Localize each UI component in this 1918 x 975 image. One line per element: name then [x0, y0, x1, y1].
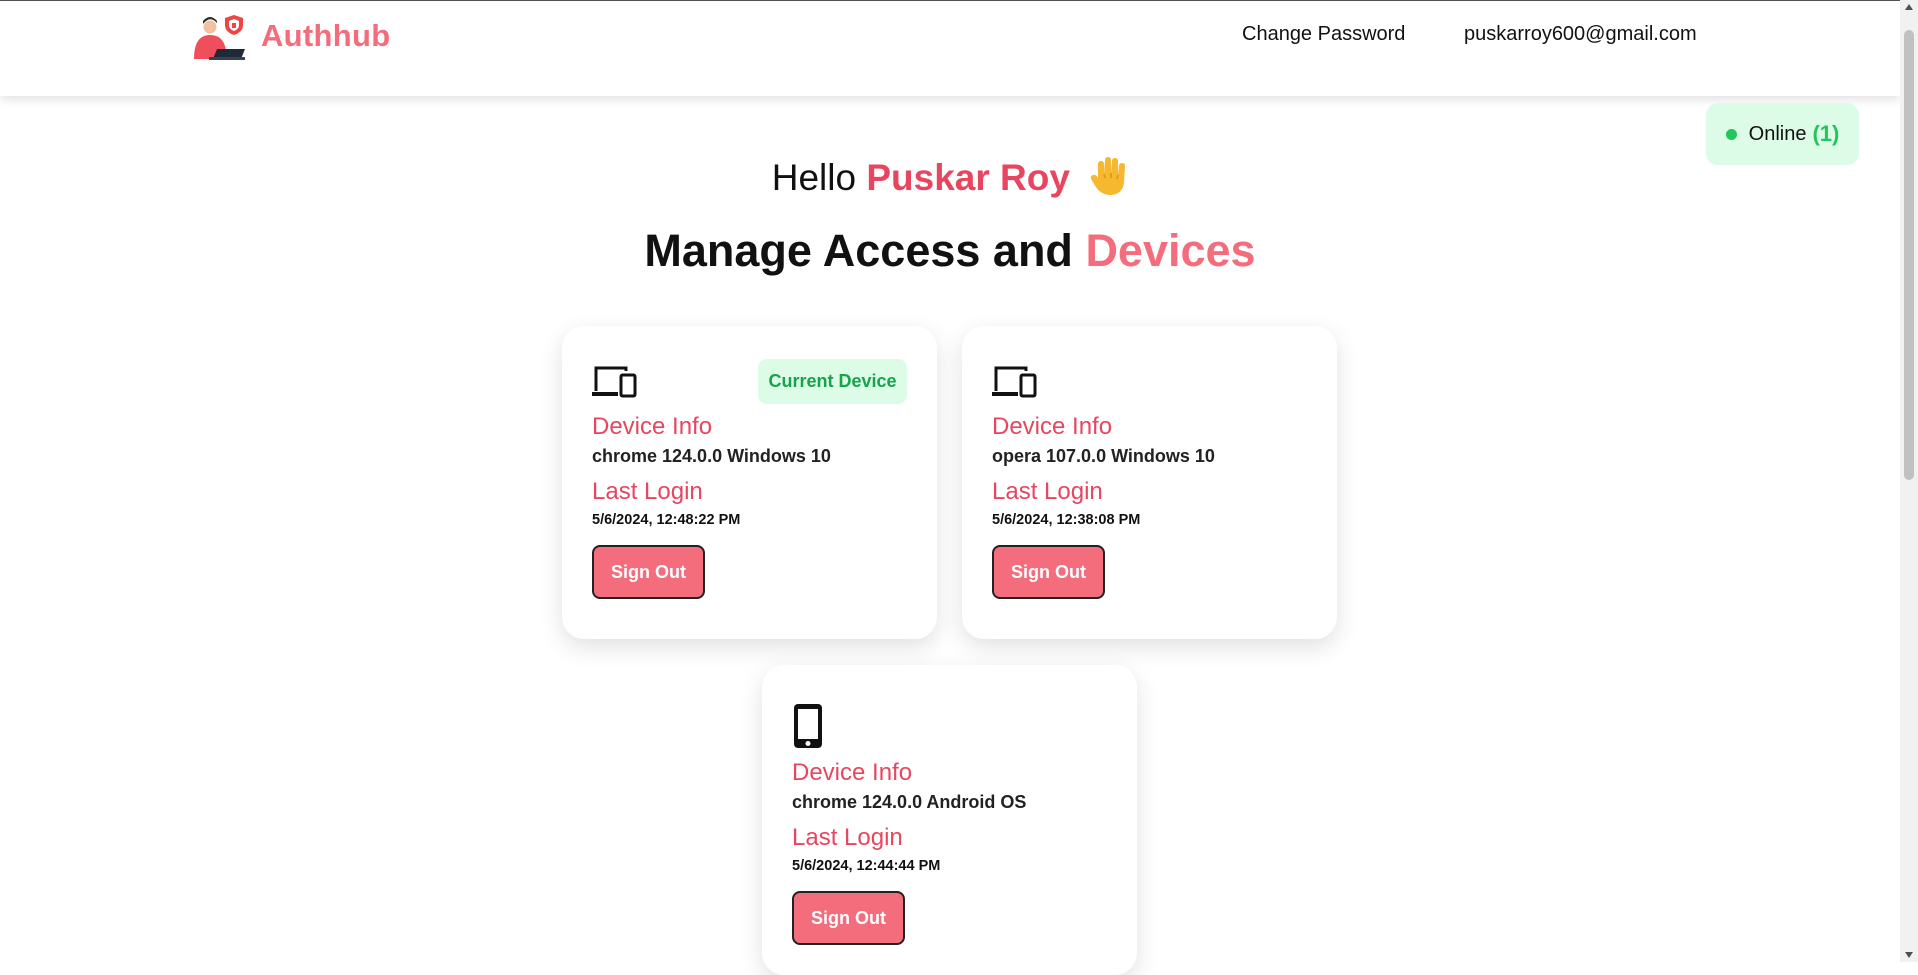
- brand-name: Authhub: [261, 18, 391, 53]
- device-card: Device Info opera 107.0.0 Windows 10 Las…: [962, 326, 1337, 639]
- waving-hand-icon: [1090, 157, 1126, 195]
- devices-icon: [992, 366, 1037, 398]
- sign-out-button[interactable]: Sign Out: [992, 545, 1105, 599]
- device-info: opera 107.0.0 Windows 10: [992, 446, 1215, 466]
- online-count: (1): [1812, 121, 1840, 146]
- greeting-prefix: Hello: [771, 157, 857, 198]
- device-card: Current Device Device Info chrome 124.0.…: [562, 326, 937, 639]
- user-name: Puskar Roy: [866, 157, 1070, 198]
- brand[interactable]: Authhub: [189, 11, 391, 61]
- device-card: Device Info chrome 124.0.0 Android OS La…: [762, 665, 1137, 975]
- page-heading: Manage Access and Devices: [0, 225, 1900, 277]
- sign-out-button[interactable]: Sign Out: [792, 891, 905, 945]
- user-email-link[interactable]: puskarroy600@gmail.com: [1464, 23, 1697, 46]
- scrollbar-thumb[interactable]: [1904, 30, 1914, 480]
- page-scrollbar[interactable]: [1900, 0, 1918, 962]
- last-login-label: Last Login: [992, 478, 1103, 505]
- last-login-label: Last Login: [792, 824, 903, 851]
- online-label: Online: [1748, 122, 1807, 145]
- device-info-label: Device Info: [592, 413, 713, 440]
- device-info-label: Device Info: [992, 413, 1113, 440]
- scroll-up-icon[interactable]: [1905, 4, 1913, 10]
- last-login-time: 5/6/2024, 12:44:44 PM: [792, 858, 941, 874]
- last-login-time: 5/6/2024, 12:48:22 PM: [592, 512, 741, 528]
- scroll-down-icon[interactable]: [1905, 952, 1913, 958]
- device-info-label: Device Info: [792, 759, 913, 786]
- device-info: chrome 124.0.0 Windows 10: [592, 446, 831, 466]
- smartphone-icon: [794, 704, 822, 748]
- last-login-time: 5/6/2024, 12:38:08 PM: [992, 512, 1141, 528]
- device-info: chrome 124.0.0 Android OS: [792, 792, 1027, 812]
- person-with-laptop-shield-logo: [194, 15, 245, 60]
- sign-out-button[interactable]: Sign Out: [592, 545, 705, 599]
- online-dot-icon: [1725, 128, 1737, 140]
- last-login-label: Last Login: [592, 478, 703, 505]
- navbar: Authhub Change Password puskarroy600@gma…: [0, 1, 1900, 96]
- current-device-badge: Current Device: [758, 359, 907, 404]
- greeting: Hello Puskar Roy: [0, 156, 1900, 199]
- heading-accent: Devices: [1085, 225, 1256, 276]
- change-password-link[interactable]: Change Password: [1242, 23, 1405, 46]
- heading-main: Manage Access and: [644, 225, 1073, 276]
- devices-icon: [592, 366, 637, 398]
